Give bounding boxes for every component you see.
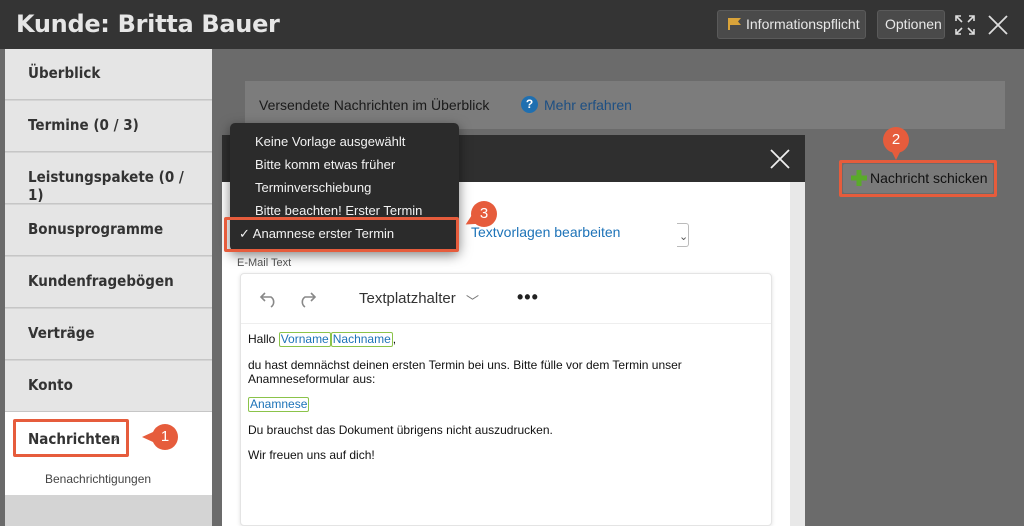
greeting-text: Hallo bbox=[248, 332, 276, 346]
sidebar-item-label: Leistungspakete (0 / 1) bbox=[28, 168, 184, 204]
more-options-icon[interactable]: ••• bbox=[517, 287, 539, 308]
close-icon[interactable] bbox=[769, 148, 791, 170]
more-info-link[interactable]: Mehr erfahren bbox=[544, 97, 632, 113]
sidebar-item-label: Konto bbox=[28, 376, 73, 394]
placeholder-tag[interactable]: Vorname bbox=[278, 332, 331, 347]
placeholder-tag[interactable]: Nachname bbox=[330, 332, 393, 347]
email-body[interactable]: Hallo Vorname Nachname, du hast demnächst… bbox=[248, 332, 768, 473]
highlight-box-option bbox=[224, 217, 459, 252]
sidebar-item-label: Bonusprogramme bbox=[28, 220, 164, 238]
chevron-down-icon: ﹀ bbox=[466, 294, 480, 309]
dropdown-option[interactable]: Terminverschiebung bbox=[255, 180, 371, 195]
sidebar-item-bonusprogramme[interactable]: Bonusprogramme bbox=[5, 205, 212, 256]
page-title: Kunde: Britta Bauer bbox=[16, 10, 280, 38]
highlight-box-send bbox=[839, 160, 997, 197]
email-line: Anamnese bbox=[248, 397, 768, 412]
close-icon[interactable] bbox=[987, 14, 1009, 36]
sidebar-item-label: Überblick bbox=[28, 64, 101, 82]
sidebar-item-leistungspakete[interactable]: Leistungspakete (0 / 1) bbox=[5, 153, 212, 204]
placeholder-dropdown[interactable]: Textplatzhalter bbox=[359, 290, 456, 307]
sidebar-item-ueberblick[interactable]: Überblick bbox=[5, 49, 212, 100]
sidebar-item-label: Verträge bbox=[28, 324, 95, 342]
undo-icon[interactable] bbox=[259, 290, 279, 308]
sidebar-item-konto[interactable]: Konto bbox=[5, 361, 212, 412]
info-button[interactable]: Informationspflicht bbox=[717, 10, 866, 39]
step-marker: 3 bbox=[471, 201, 497, 227]
fullscreen-icon[interactable] bbox=[954, 14, 976, 36]
sidebar-subitem-benachrichtigungen[interactable]: Benachrichtigungen bbox=[5, 463, 212, 495]
redo-icon[interactable] bbox=[297, 290, 317, 308]
highlight-box-nav bbox=[13, 419, 129, 457]
email-line: Wir freuen uns auf dich! bbox=[248, 448, 375, 462]
email-line: du hast demnächst deinen ersten Termin b… bbox=[248, 358, 682, 386]
help-icon[interactable]: ? bbox=[521, 96, 538, 113]
options-button[interactable]: Optionen bbox=[877, 10, 945, 39]
info-button-label: Informationspflicht bbox=[746, 16, 860, 32]
dropdown-option[interactable]: Keine Vorlage ausgewählt bbox=[255, 134, 405, 149]
step-marker: 1 bbox=[142, 424, 178, 450]
info-text: Versendete Nachrichten im Überblick bbox=[259, 97, 490, 113]
edit-templates-link[interactable]: Textvorlagen bearbeiten bbox=[471, 224, 620, 240]
email-line: Du brauchst das Dokument übrigens nicht … bbox=[248, 423, 553, 437]
sidebar-item-vertraege[interactable]: Verträge bbox=[5, 309, 212, 360]
placeholder-tag[interactable]: Anamnese bbox=[248, 397, 310, 412]
email-line: Hallo Vorname Nachname, bbox=[248, 332, 768, 347]
email-text-label: E-Mail Text bbox=[237, 257, 292, 269]
sidebar-item-label: Kundenfragebögen bbox=[28, 272, 174, 290]
sidebar-item-termine[interactable]: Termine (0 / 3) bbox=[5, 101, 212, 152]
app-header: Kunde: Britta Bauer Informationspflicht … bbox=[0, 0, 1024, 49]
info-bar: Versendete Nachrichten im Überblick ? Me… bbox=[245, 81, 1005, 129]
sidebar-item-label: Termine (0 / 3) bbox=[28, 116, 139, 134]
flag-icon bbox=[728, 18, 741, 30]
editor-toolbar: Textplatzhalter ﹀ ••• bbox=[241, 274, 771, 324]
rich-text-editor[interactable]: Textplatzhalter ﹀ ••• Hallo Vorname Nachn… bbox=[240, 273, 772, 526]
dropdown-option[interactable]: Bitte komm etwas früher bbox=[255, 157, 395, 172]
modal-scrollbar[interactable] bbox=[790, 182, 805, 526]
step-marker: 2 bbox=[883, 127, 909, 160]
sidebar-item-kundenfrageboegen[interactable]: Kundenfragebögen bbox=[5, 257, 212, 308]
sidebar-subitem-label: Benachrichtigungen bbox=[45, 472, 152, 486]
chevron-down-icon: ⌄ bbox=[679, 231, 689, 243]
dropdown-option[interactable]: Bitte beachten! Erster Termin bbox=[255, 203, 422, 218]
punctuation: , bbox=[392, 332, 397, 346]
